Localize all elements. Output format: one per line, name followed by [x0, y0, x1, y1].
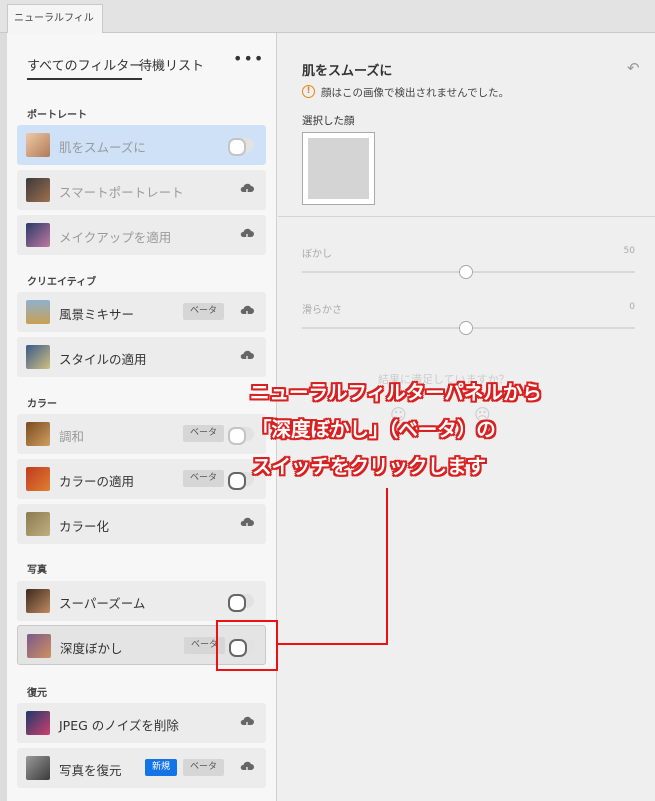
slider-knob-blur[interactable]: [459, 265, 473, 279]
filter-label: スーパーズーム: [59, 596, 146, 611]
filter-item-color-transfer[interactable]: カラーの適用 ベータ: [17, 459, 266, 499]
slider-value-smoothness: 0: [629, 302, 635, 312]
filter-thumbnail: [26, 512, 50, 536]
beta-badge: ベータ: [183, 759, 225, 776]
tab-all-filters[interactable]: すべてのフィルター: [27, 55, 143, 80]
filter-label: スタイルの適用: [59, 352, 147, 367]
filter-item-makeup-transfer[interactable]: メイクアップを適用: [17, 215, 266, 255]
beta-badge: ベータ: [183, 303, 225, 320]
document-tab-bar: ニューラルフィルター: [0, 0, 655, 51]
filter-thumbnail: [26, 467, 50, 491]
filter-item-style-transfer[interactable]: スタイルの適用: [17, 337, 266, 377]
filter-thumbnail: [27, 634, 51, 658]
section-title-restore: 復元: [27, 688, 47, 699]
filter-label: 写真を復元: [59, 763, 122, 778]
cloud-download-icon[interactable]: [239, 181, 255, 197]
cloud-download-icon[interactable]: [239, 759, 255, 775]
filter-item-photo-restoration[interactable]: 写真を復元 新規 ベータ: [17, 748, 266, 788]
slider-label-smoothness: 滑らかさ: [302, 305, 342, 316]
tab-neural-filters[interactable]: ニューラルフィルター: [7, 4, 103, 51]
cloud-download-icon[interactable]: [239, 348, 255, 364]
edge-strip: [0, 33, 7, 801]
filter-item-colorize[interactable]: カラー化: [17, 504, 266, 544]
cloud-download-icon[interactable]: [239, 515, 255, 531]
filter-label: メイクアップを適用: [59, 230, 172, 245]
filter-thumbnail: [26, 422, 50, 446]
section-title-color: カラー: [27, 399, 57, 410]
annotation-connector-vertical: [386, 488, 388, 645]
filter-toggle[interactable]: [228, 138, 254, 156]
filter-toggle[interactable]: [228, 427, 254, 445]
new-badge: 新規: [145, 759, 178, 776]
annotation-line-3: スイッチをクリックします: [252, 455, 487, 478]
section-title-creative: クリエイティブ: [27, 277, 97, 288]
tab-wait-list[interactable]: 待機リスト: [139, 55, 204, 74]
filter-thumbnail: [26, 133, 50, 157]
warning-icon: !: [302, 85, 315, 98]
filter-label: 調和: [59, 429, 85, 444]
filter-label: 深度ぼかし: [60, 641, 123, 656]
filter-item-smart-portrait[interactable]: スマートポートレート: [17, 170, 266, 210]
reset-icon[interactable]: ↶: [627, 59, 645, 77]
filter-thumbnail: [26, 345, 50, 369]
filter-title: 肌をスムーズに: [302, 64, 393, 79]
filter-item-skin-smoothing[interactable]: 肌をスムーズに: [17, 125, 266, 165]
cloud-download-icon[interactable]: [239, 303, 255, 319]
filter-item-landscape-mixer[interactable]: 風景ミキサー ベータ: [17, 292, 266, 332]
cloud-download-icon[interactable]: [239, 226, 255, 242]
annotation-line-2: 「深度ぼかし」（ベータ）の: [252, 418, 496, 441]
filter-thumbnail: [26, 300, 50, 324]
annotation-highlight-box: [216, 620, 278, 671]
filter-toggle[interactable]: [228, 472, 254, 490]
filter-item-jpeg-artifacts-removal[interactable]: JPEG のノイズを削除: [17, 703, 266, 743]
filter-thumbnail: [26, 756, 50, 780]
filter-thumbnail: [26, 589, 50, 613]
more-options-icon[interactable]: •••: [233, 49, 264, 68]
beta-badge: ベータ: [183, 425, 225, 442]
filter-thumbnail: [26, 223, 50, 247]
filter-label: 肌をスムーズに: [59, 140, 146, 155]
filter-thumbnail: [26, 711, 50, 735]
filter-toggle[interactable]: [228, 594, 254, 612]
slider-value-blur: 50: [623, 246, 635, 256]
annotation-connector-horizontal: [276, 643, 388, 645]
filter-label: スマートポートレート: [59, 185, 184, 200]
filter-item-harmonization[interactable]: 調和 ベータ: [17, 414, 266, 454]
section-title-photo: 写真: [27, 565, 47, 576]
filter-thumbnail: [26, 178, 50, 202]
selected-face-thumbnail[interactable]: [302, 132, 375, 205]
filter-label: カラーの適用: [59, 474, 135, 489]
section-title-portrait: ポートレート: [27, 110, 87, 121]
divider: [278, 216, 655, 217]
cloud-download-icon[interactable]: [239, 714, 255, 730]
filter-label: JPEG のノイズを削除: [59, 718, 179, 733]
filter-label: カラー化: [59, 519, 110, 534]
slider-knob-smoothness[interactable]: [459, 321, 473, 335]
selected-face-label: 選択した顔: [302, 115, 355, 127]
filter-label: 風景ミキサー: [59, 307, 135, 322]
beta-badge: ベータ: [183, 470, 225, 487]
filter-item-super-zoom[interactable]: スーパーズーム: [17, 581, 266, 621]
annotation-line-1: ニューラルフィルターパネルから: [250, 381, 542, 404]
slider-label-blur: ぼかし: [302, 249, 332, 260]
filter-list-panel: すべてのフィルター 待機リスト ••• ポートレート 肌をスムーズに スマートポ…: [7, 33, 277, 801]
warning-message: 顔はこの画像で検出されませんでした。: [321, 87, 510, 99]
